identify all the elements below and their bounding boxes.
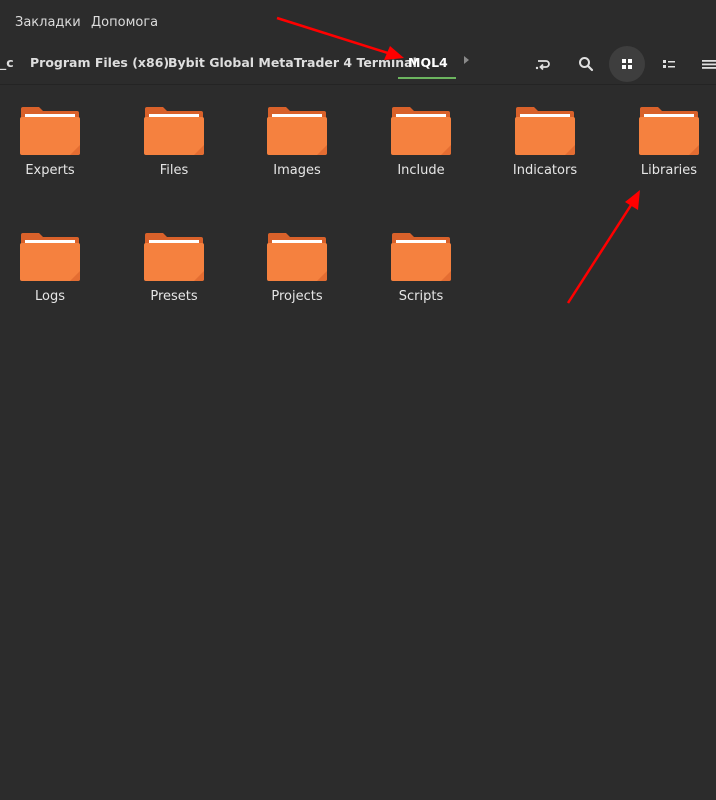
more-icon — [702, 60, 716, 69]
folder-label: Libraries — [640, 163, 698, 178]
folder-icon — [391, 233, 451, 281]
menu-help[interactable]: Допомога — [91, 15, 158, 30]
menu-bookmarks[interactable]: Закладки — [15, 15, 81, 30]
folder-label: Experts — [25, 163, 75, 178]
folder-label: Images — [273, 163, 321, 178]
folder-icon — [144, 233, 204, 281]
menu-bar: Закладки Допомога — [0, 0, 716, 46]
grid-view-button[interactable] — [609, 46, 645, 82]
breadcrumb-item-terminal[interactable]: Bybit Global MetaTrader 4 Terminal — [168, 55, 417, 70]
folder-item[interactable]: Presets — [119, 231, 229, 331]
list-view-button[interactable] — [651, 46, 687, 82]
history-button[interactable] — [525, 46, 561, 82]
folder-label: Presets — [150, 289, 198, 304]
folder-item[interactable]: Include — [366, 105, 476, 205]
folder-item[interactable]: Indicators — [490, 105, 600, 205]
folder-label: Scripts — [398, 289, 444, 304]
folder-label: Files — [159, 163, 189, 178]
folder-label: Projects — [271, 289, 323, 304]
folder-icon — [391, 107, 451, 155]
folder-item[interactable]: Scripts — [366, 231, 476, 331]
folder-item[interactable]: Logs — [0, 231, 105, 331]
folder-item[interactable]: Files — [119, 105, 229, 205]
annotation-arrow-to-libraries — [566, 190, 640, 304]
folder-item[interactable]: Libraries — [614, 105, 716, 205]
history-icon — [535, 60, 550, 71]
folder-icon — [267, 107, 327, 155]
folder-item[interactable]: Experts — [0, 105, 105, 205]
breadcrumb-item-program-files[interactable]: Program Files (x86) — [30, 55, 169, 70]
list-view-icon — [663, 60, 675, 68]
folder-label: Indicators — [512, 163, 578, 178]
search-button[interactable] — [568, 46, 604, 82]
grid-view-icon — [622, 59, 632, 69]
folder-label: Include — [397, 163, 445, 178]
folder-item[interactable]: Images — [242, 105, 352, 205]
folder-icon — [515, 107, 575, 155]
folder-icon — [144, 107, 204, 155]
annotation-overlay — [276, 16, 640, 304]
breadcrumb-active-indicator — [398, 77, 456, 79]
path-bar: _c Program Files (x86) Bybit Global Meta… — [0, 46, 716, 85]
breadcrumb-item-mql4[interactable]: MQL4 — [408, 55, 448, 70]
folder-icon — [267, 233, 327, 281]
folder-label: Logs — [35, 289, 65, 304]
folder-icon — [639, 107, 699, 155]
breadcrumb-next-arrow-icon[interactable] — [464, 56, 469, 64]
breadcrumb-item-c[interactable]: _c — [0, 55, 14, 70]
more-button[interactable] — [692, 46, 716, 82]
folder-item[interactable]: Projects — [242, 231, 352, 331]
folder-icon — [20, 233, 80, 281]
folder-icon — [20, 107, 80, 155]
search-icon — [579, 57, 594, 72]
